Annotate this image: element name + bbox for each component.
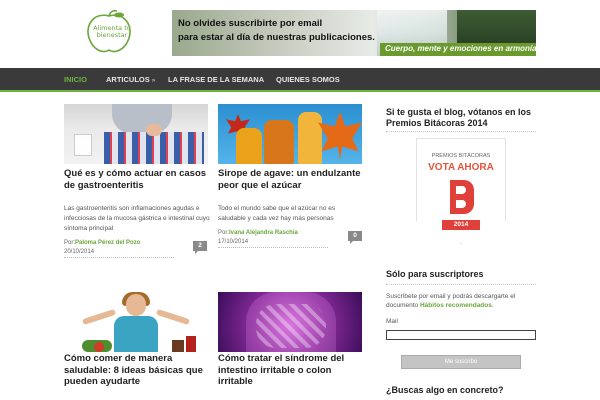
hand-shape [146, 124, 162, 136]
widget-title-subscribers: Sólo para suscriptores [386, 269, 484, 279]
post-excerpt: Las gastroenteritis son inflamaciones ag… [64, 205, 210, 232]
arm-shape [155, 308, 191, 326]
banner-line-2: para estar al día de nuestras publicacio… [178, 32, 375, 43]
site-header: Alimenta tu bienestar No olvides suscrib… [0, 0, 600, 68]
bitacoras-b-icon-hole [456, 200, 466, 208]
subscribe-button[interactable]: Me suscribo [401, 355, 521, 369]
subscribe-text-end: . [491, 302, 494, 309]
post-excerpt: Todo el mundo sabe que el azúcar no es s… [218, 205, 336, 222]
post-title[interactable]: Sirope de agave: un endulzante peor que … [218, 168, 364, 191]
pants-shape [104, 132, 204, 164]
glass-shape [74, 134, 92, 156]
mail-input[interactable] [386, 330, 536, 340]
author-prefix: Por: [64, 240, 76, 246]
submenu-arrow-icon: » [151, 78, 156, 84]
post-title[interactable]: Cómo comer de manera saludable: 8 ideas … [64, 353, 210, 388]
body-shape [114, 316, 158, 352]
syrup-bottle [298, 112, 322, 164]
site-logo[interactable]: Alimenta tu bienestar [83, 10, 135, 56]
syrup-bottle [236, 128, 262, 164]
arm-shape [81, 308, 117, 326]
post-thumbnail-sirope-agave[interactable] [218, 104, 362, 164]
badge-year: 2014 [442, 220, 480, 230]
premios-bitacoras-badge[interactable]: PREMIOS BITÁCORAS VOTA AHORA 2014 [416, 138, 506, 244]
nav-item-articulos-label: ARTICULOS [106, 75, 150, 84]
subscribe-description: Suscríbete por email y podrás descargart… [386, 292, 536, 310]
habitos-recomendados-link[interactable]: Hábitos recomendados [420, 302, 492, 309]
syrup-bottle [264, 120, 294, 164]
widget-title-vote: Si te gusta el blog, vótanos en los Prem… [386, 107, 532, 128]
post-thumbnail-colon-irritable[interactable] [218, 292, 362, 352]
intestine-shape [256, 304, 326, 348]
nav-item-articulos[interactable]: ARTICULOS » [106, 75, 155, 84]
banner-line-1: No olvides suscribirte por email [178, 18, 323, 29]
jar-shape [172, 340, 184, 352]
post-date: 20/10/2014 [64, 249, 95, 255]
subscribe-banner[interactable]: No olvides suscribirte por email para es… [172, 10, 536, 56]
nav-item-quienes-somos[interactable]: QUIENES SOMOS [276, 75, 340, 84]
nav-item-frase-semana[interactable]: LA FRASE DE LA SEMANA [168, 75, 264, 84]
logo-text: Alimenta tu bienestar [93, 24, 131, 39]
post-meta: Por:Paloma Pérez del Pozo 20/10/2014 [64, 239, 174, 258]
post-date: 17/10/2014 [218, 239, 249, 245]
shirt-shape [112, 104, 172, 134]
nav-item-inicio[interactable]: INICIO [64, 75, 87, 84]
post-meta: Por:Ivana Alejandra Raschia 17/10/2014 [218, 229, 328, 248]
jar-shape [186, 336, 196, 352]
banner-tagline: Cuerpo, mente y emociones en armonía [385, 44, 536, 53]
tomato-shape [94, 342, 104, 352]
post-thumbnail-gastroenteritis[interactable] [64, 104, 208, 164]
post-author-link[interactable]: Paloma Pérez del Pozo [75, 240, 140, 246]
main-navigation: INICIO ARTICULOS » LA FRASE DE LA SEMANA… [0, 68, 600, 92]
post-title[interactable]: Qué es y cómo actuar en casos de gastroe… [64, 168, 210, 191]
head-shape [126, 294, 146, 316]
post-thumbnail-comer-saludable[interactable] [64, 292, 208, 352]
badge-premios-label: PREMIOS BITÁCORAS [431, 153, 491, 159]
mail-label: Mail [386, 318, 398, 325]
widget-divider [386, 284, 536, 285]
badge-vota-label: VOTA AHORA [428, 162, 494, 173]
post-title[interactable]: Cómo tratar el síndrome del intestino ir… [218, 353, 364, 388]
bitacoras-b-icon-hole [456, 186, 466, 194]
widget-divider [386, 131, 536, 132]
comment-count-badge[interactable]: 0 [348, 231, 362, 244]
widget-title-search: ¿Buscas algo en concreto? [386, 385, 504, 395]
post-author-link[interactable]: Ivana Alejandra Raschia [229, 230, 298, 236]
maple-leaf [318, 112, 362, 160]
author-prefix: Por: [218, 230, 230, 236]
comment-count-badge[interactable]: 2 [193, 241, 207, 254]
